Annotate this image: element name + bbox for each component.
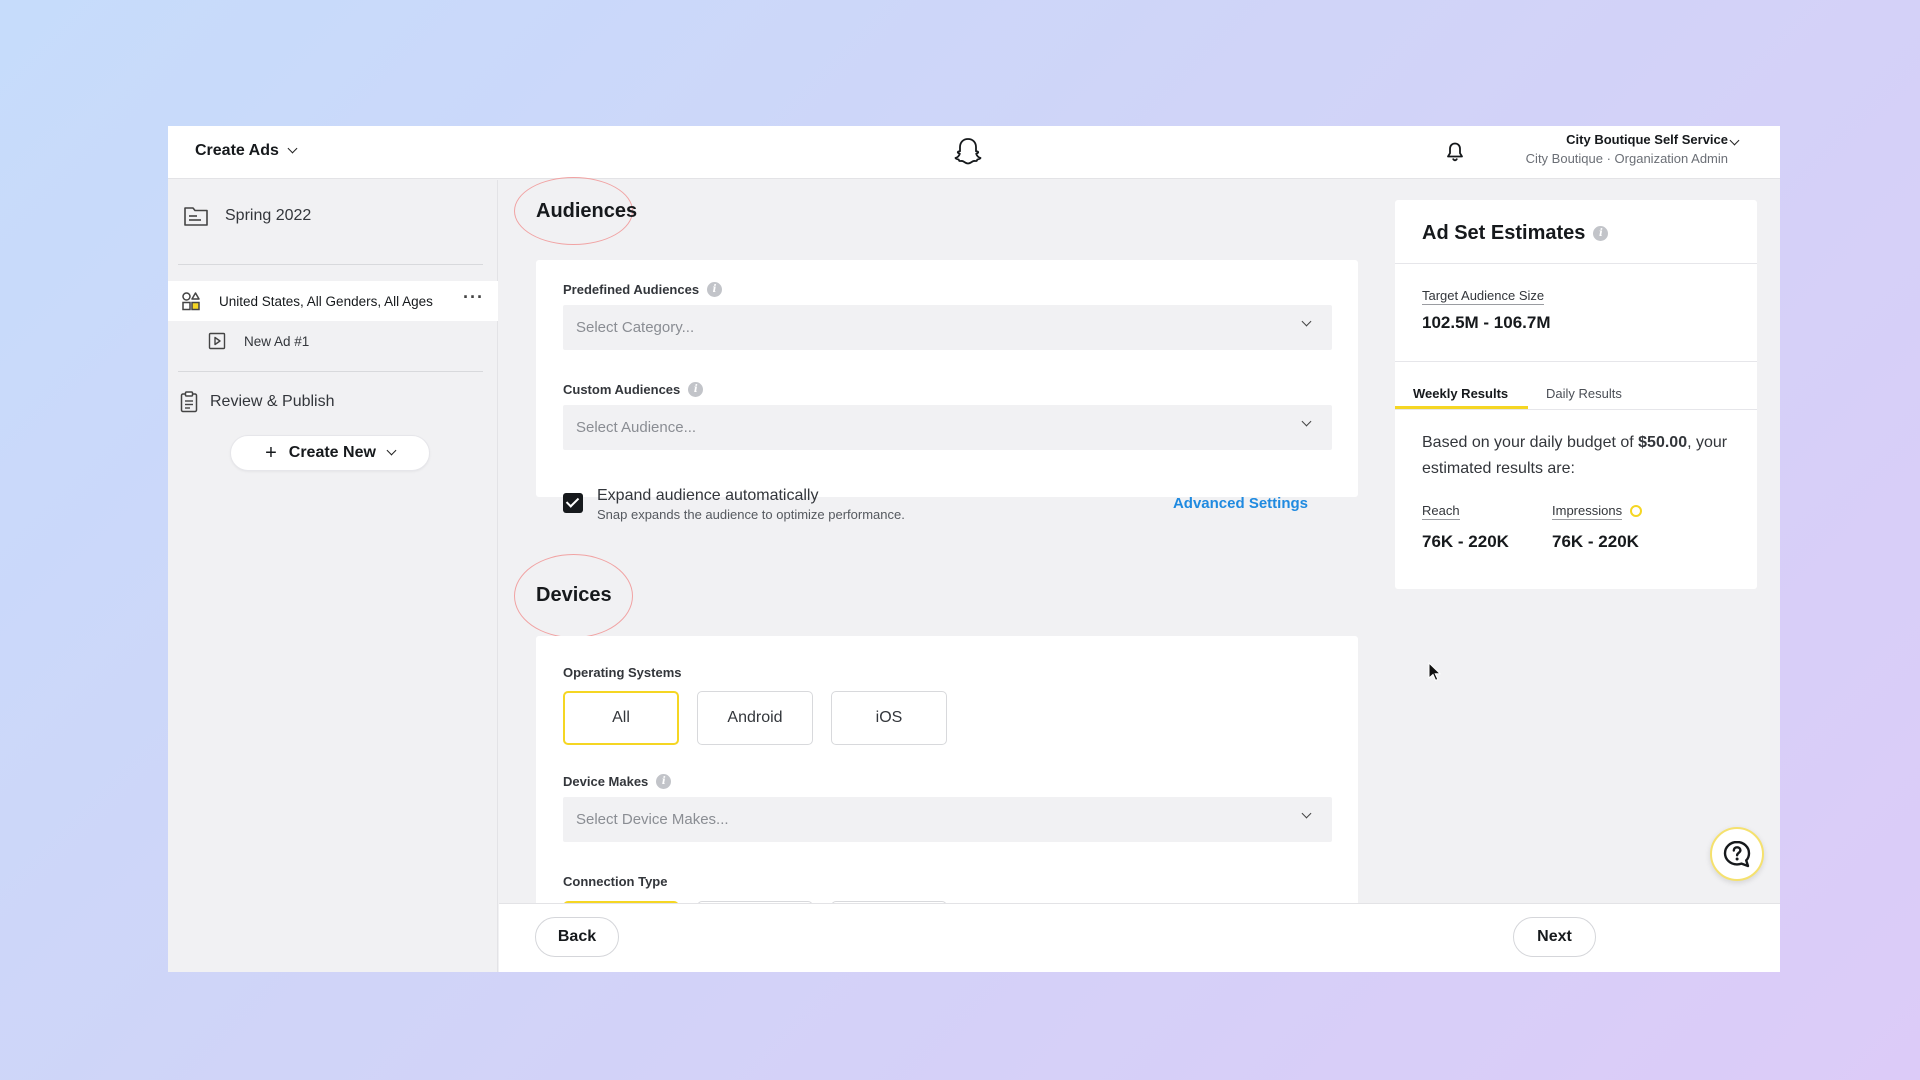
info-icon[interactable]: i [688,382,704,397]
main-content: Audiences Predefined Audiences i Select … [499,177,1363,972]
help-question-icon [1723,840,1751,868]
tab-weekly-results[interactable]: Weekly Results [1413,386,1508,401]
reach-value: 76K - 220K [1422,532,1509,551]
campaign-name: Spring 2022 [225,207,312,224]
estimates-title: Ad Set Estimates i [1422,222,1609,245]
predefined-audiences-label: Predefined Audiences i [563,282,723,297]
target-audience-size-value: 102.5M - 106.7M [1422,313,1551,332]
app-window: Create Ads City Boutique Self Service Ci… [168,126,1780,972]
tab-daily-results[interactable]: Daily Results [1546,386,1622,401]
operating-systems-label: Operating Systems [563,665,682,680]
operating-systems-text: Operating Systems [563,665,682,680]
review-label: Review & Publish [210,393,335,410]
divider [1395,361,1757,362]
budget-description: Based on your daily budget of $50.00, yo… [1422,430,1742,482]
predefined-audiences-placeholder: Select Category... [576,319,695,336]
bell-icon[interactable] [1443,140,1467,164]
device-makes-text: Device Makes [563,774,649,789]
custom-audiences-label: Custom Audiences i [563,382,704,397]
shapes-icon [182,292,200,311]
reach-label-wrap: Reach [1422,502,1460,520]
create-new-button[interactable]: + Create New [230,435,430,471]
reach-label[interactable]: Reach [1422,503,1460,520]
snapchat-ghost-icon[interactable] [951,135,985,169]
info-icon[interactable]: i [1593,226,1609,241]
chevron-down-icon [287,143,298,154]
chevron-down-icon [1301,808,1312,819]
ad-set-name: United States, All Genders, All Ages [219,293,433,309]
chevron-down-icon [1301,316,1312,327]
more-options-icon[interactable]: ··· [463,287,484,308]
connection-type-label: Connection Type [563,874,667,889]
sidebar: Spring 2022 United States, All Genders, … [168,180,498,972]
expand-audience-checkbox[interactable] [563,493,583,513]
chevron-down-icon [1301,416,1312,427]
create-new-label: Create New [288,444,376,461]
impressions-label-wrap: Impressions [1552,502,1643,520]
predefined-audiences-select[interactable]: Select Category... [563,305,1332,350]
help-chat-button[interactable] [1710,827,1764,881]
connection-type-text: Connection Type [563,874,668,889]
account-switcher[interactable]: City Boutique Self Service City Boutique… [1526,132,1728,166]
sidebar-ad-set[interactable]: United States, All Genders, All Ages ··· [168,281,498,321]
os-android-button[interactable]: Android [697,691,813,745]
lightbulb-icon[interactable] [1630,504,1643,517]
os-ios-button[interactable]: iOS [831,691,947,745]
chevron-down-icon [386,445,397,456]
sidebar-ad[interactable]: New Ad #1 [208,322,309,360]
divider [1395,409,1757,410]
budget-amount: $50.00 [1638,434,1688,451]
plus-icon: + [265,442,277,464]
sidebar-review-publish[interactable]: Review & Publish [180,391,335,413]
device-makes-label: Device Makes i [563,774,672,789]
custom-audiences-placeholder: Select Audience... [576,419,697,436]
expand-audience-title: Expand audience automatically [597,487,819,504]
next-button[interactable]: Next [1513,917,1596,957]
impressions-label[interactable]: Impressions [1552,503,1623,520]
clipboard-icon [180,391,198,413]
audiences-title: Audiences [536,200,638,222]
device-makes-placeholder: Select Device Makes... [576,811,729,828]
create-ads-label: Create Ads [195,142,279,159]
info-icon[interactable]: i [656,774,672,789]
predefined-audiences-text: Predefined Audiences [563,282,700,297]
target-audience-size-label[interactable]: Target Audience Size [1422,288,1545,305]
custom-audiences-select[interactable]: Select Audience... [563,405,1332,450]
custom-audiences-text: Custom Audiences [563,382,681,397]
estimates-title-text: Ad Set Estimates [1422,222,1586,244]
target-audience-size-label-wrap: Target Audience Size [1422,287,1545,305]
audiences-card: Predefined Audiences i Select Category..… [536,260,1358,522]
folder-icon [184,207,208,226]
account-role: City Boutique · Organization Admin [1525,151,1728,166]
account-chevron-down-icon[interactable] [1729,135,1740,146]
top-bar: Create Ads City Boutique Self Service Ci… [168,126,1780,179]
budget-prefix: Based on your daily budget of [1422,434,1639,451]
sidebar-divider [178,264,483,265]
footer-bar: Back Next [499,903,1780,972]
expand-audience-subtitle: Snap expands the audience to optimize pe… [597,507,905,522]
mouse-cursor-icon [1428,662,1442,681]
ad-set-estimates-panel: Ad Set Estimates i Target Audience Size … [1395,200,1757,589]
create-ads-menu[interactable]: Create Ads [195,142,298,160]
sidebar-campaign[interactable]: Spring 2022 [183,205,311,227]
impressions-value: 76K - 220K [1552,532,1639,551]
devices-title: Devices [536,584,612,606]
divider [1395,263,1757,264]
back-button[interactable]: Back [535,917,619,957]
advanced-settings-link[interactable]: Advanced Settings [1173,495,1308,512]
sidebar-divider [178,371,483,372]
video-ad-icon [208,332,226,350]
account-name: City Boutique Self Service [1566,132,1728,147]
ad-name: New Ad #1 [244,333,310,349]
device-makes-select[interactable]: Select Device Makes... [563,797,1332,842]
info-icon[interactable]: i [707,282,723,297]
os-all-button[interactable]: All [563,691,679,745]
